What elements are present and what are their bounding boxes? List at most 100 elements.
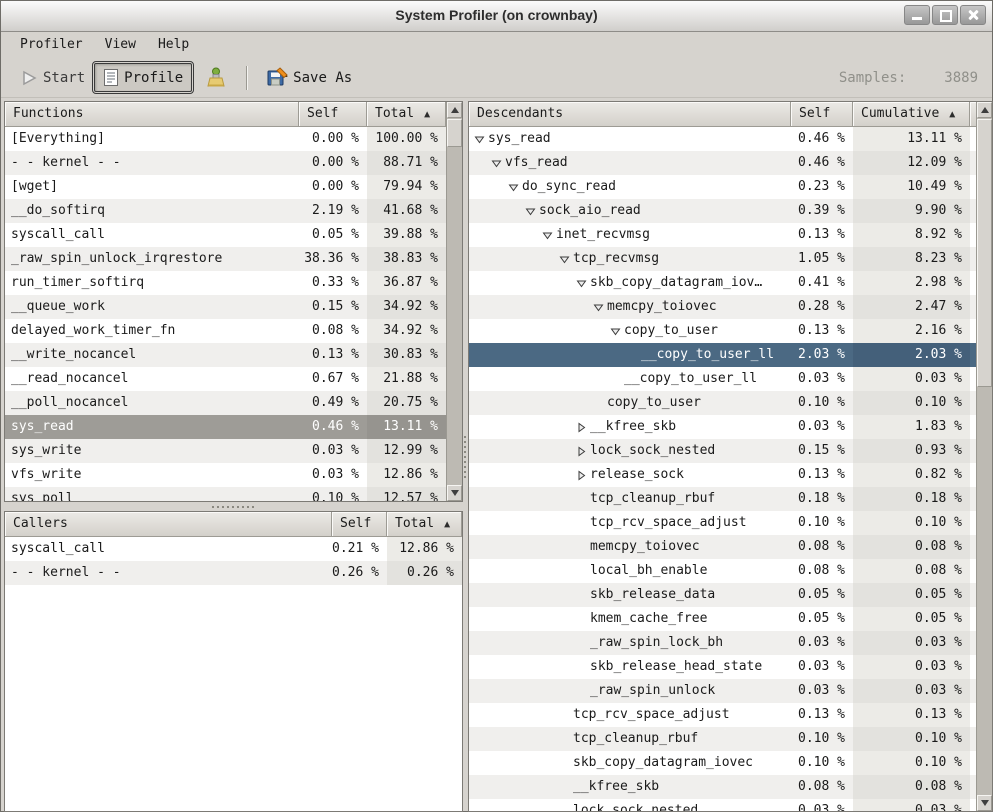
tree-row[interactable]: __kfree_skb0.03 %1.83 % bbox=[469, 415, 992, 439]
tree-row[interactable]: tcp_cleanup_rbuf0.18 %0.18 % bbox=[469, 487, 992, 511]
cell-cumulative-value: 0.08 % bbox=[853, 535, 970, 559]
tree-row[interactable]: sys_read0.46 %13.11 % bbox=[469, 127, 992, 151]
save-as-button[interactable]: Save As bbox=[258, 62, 361, 93]
tree-row[interactable]: lock_sock_nested0.15 %0.93 % bbox=[469, 439, 992, 463]
function-name: do_sync_read bbox=[522, 175, 616, 199]
column-header-cumulative[interactable]: Cumulative▲ bbox=[853, 102, 970, 127]
table-row[interactable]: syscall_call0.21 %12.86 % bbox=[5, 537, 462, 561]
table-row[interactable]: sys_write0.03 %12.99 % bbox=[5, 439, 462, 463]
cell-total-value: 36.87 % bbox=[367, 271, 446, 295]
tree-row[interactable]: lock_sock_nested0.03 %0.03 % bbox=[469, 799, 992, 811]
tree-row[interactable]: skb_release_data0.05 %0.05 % bbox=[469, 583, 992, 607]
toolbar-separator bbox=[246, 66, 248, 90]
tree-indent bbox=[469, 667, 574, 668]
table-row[interactable]: - - kernel - -0.26 %0.26 % bbox=[5, 561, 462, 585]
table-row[interactable]: sys_poll0.10 %12.57 % bbox=[5, 487, 462, 502]
cell-self-value: 0.08 % bbox=[791, 535, 853, 559]
open-expander-icon[interactable] bbox=[540, 230, 554, 241]
table-row[interactable]: __read_nocancel0.67 %21.88 % bbox=[5, 367, 462, 391]
table-row[interactable]: _raw_spin_unlock_irqrestore38.36 %38.83 … bbox=[5, 247, 462, 271]
table-row[interactable]: [wget]0.00 %79.94 % bbox=[5, 175, 462, 199]
scrollbar-thumb[interactable] bbox=[977, 119, 992, 387]
open-expander-icon[interactable] bbox=[591, 302, 605, 313]
column-header-callers[interactable]: Callers bbox=[5, 512, 332, 537]
tree-row[interactable]: do_sync_read0.23 %10.49 % bbox=[469, 175, 992, 199]
open-expander-icon[interactable] bbox=[472, 134, 486, 145]
cell-cumulative-value: 0.18 % bbox=[853, 487, 970, 511]
table-row[interactable]: __poll_nocancel0.49 %20.75 % bbox=[5, 391, 462, 415]
column-header-descendants[interactable]: Descendants bbox=[469, 102, 791, 127]
start-button[interactable]: Start bbox=[11, 64, 94, 92]
table-row[interactable]: syscall_call0.05 %39.88 % bbox=[5, 223, 462, 247]
closed-expander-icon[interactable] bbox=[574, 422, 588, 433]
tree-row[interactable]: tcp_rcv_space_adjust0.10 %0.10 % bbox=[469, 511, 992, 535]
maximize-button[interactable] bbox=[932, 5, 958, 25]
minimize-button[interactable] bbox=[904, 5, 930, 25]
tree-row[interactable]: skb_copy_datagram_iov…0.41 %2.98 % bbox=[469, 271, 992, 295]
open-expander-icon[interactable] bbox=[506, 182, 520, 193]
tree-row[interactable]: tcp_cleanup_rbuf0.10 %0.10 % bbox=[469, 727, 992, 751]
tree-row[interactable]: inet_recvmsg0.13 %8.92 % bbox=[469, 223, 992, 247]
tree-row[interactable]: kmem_cache_free0.05 %0.05 % bbox=[469, 607, 992, 631]
scroll-down-button[interactable] bbox=[977, 795, 992, 811]
cell-cumulative-value: 0.08 % bbox=[853, 775, 970, 799]
scroll-down-button[interactable] bbox=[447, 485, 462, 501]
table-row[interactable]: [Everything]0.00 %100.00 % bbox=[5, 127, 462, 151]
tree-row[interactable]: tcp_rcv_space_adjust0.13 %0.13 % bbox=[469, 703, 992, 727]
closed-expander-icon[interactable] bbox=[574, 470, 588, 481]
table-row[interactable]: __write_nocancel0.13 %30.83 % bbox=[5, 343, 462, 367]
tree-row[interactable]: __kfree_skb0.08 %0.08 % bbox=[469, 775, 992, 799]
cell-self-value: 0.03 % bbox=[299, 439, 367, 463]
column-header-self[interactable]: Self bbox=[332, 512, 387, 537]
tree-row[interactable]: skb_release_head_state0.03 %0.03 % bbox=[469, 655, 992, 679]
scroll-up-button[interactable] bbox=[977, 102, 992, 118]
table-row[interactable]: sys_read0.46 %13.11 % bbox=[5, 415, 462, 439]
profile-toggle-button[interactable]: Profile bbox=[94, 63, 192, 92]
tree-row[interactable]: local_bh_enable0.08 %0.08 % bbox=[469, 559, 992, 583]
tree-row[interactable]: sock_aio_read0.39 %9.90 % bbox=[469, 199, 992, 223]
table-row[interactable]: vfs_write0.03 %12.86 % bbox=[5, 463, 462, 487]
cell-cumulative-value: 0.05 % bbox=[853, 607, 970, 631]
column-header-total[interactable]: Total▲ bbox=[367, 102, 446, 127]
open-expander-icon[interactable] bbox=[557, 254, 571, 265]
open-expander-icon[interactable] bbox=[608, 326, 622, 337]
functions-scrollbar[interactable] bbox=[446, 102, 462, 501]
tree-row[interactable]: _raw_spin_lock_bh0.03 %0.03 % bbox=[469, 631, 992, 655]
tree-row[interactable]: __copy_to_user_ll0.03 %0.03 % bbox=[469, 367, 992, 391]
tree-row[interactable]: skb_copy_datagram_iovec0.10 %0.10 % bbox=[469, 751, 992, 775]
cell-self-value: 0.13 % bbox=[299, 343, 367, 367]
column-header-functions[interactable]: Functions bbox=[5, 102, 299, 127]
descendants-scrollbar[interactable] bbox=[976, 102, 992, 811]
open-expander-icon[interactable] bbox=[489, 158, 503, 169]
open-expander-icon[interactable] bbox=[523, 206, 537, 217]
tree-row[interactable]: copy_to_user0.10 %0.10 % bbox=[469, 391, 992, 415]
tree-row[interactable]: release_sock0.13 %0.82 % bbox=[469, 463, 992, 487]
menu-profiler[interactable]: Profiler bbox=[9, 34, 94, 55]
tree-row[interactable]: copy_to_user0.13 %2.16 % bbox=[469, 319, 992, 343]
tree-row[interactable]: __copy_to_user_ll2.03 %2.03 % bbox=[469, 343, 992, 367]
tree-row[interactable]: memcpy_toiovec0.08 %0.08 % bbox=[469, 535, 992, 559]
tree-indent bbox=[469, 571, 574, 572]
table-row[interactable]: - - kernel - -0.00 %88.71 % bbox=[5, 151, 462, 175]
scroll-up-button[interactable] bbox=[447, 102, 462, 118]
table-row[interactable]: __do_softirq2.19 %41.68 % bbox=[5, 199, 462, 223]
column-header-self[interactable]: Self bbox=[299, 102, 367, 127]
table-row[interactable]: __queue_work0.15 %34.92 % bbox=[5, 295, 462, 319]
column-header-total[interactable]: Total▲ bbox=[387, 512, 462, 537]
table-row[interactable]: delayed_work_timer_fn0.08 %34.92 % bbox=[5, 319, 462, 343]
menu-help[interactable]: Help bbox=[147, 34, 200, 55]
tree-row[interactable]: _raw_spin_unlock0.03 %0.03 % bbox=[469, 679, 992, 703]
table-row[interactable]: run_timer_softirq0.33 %36.87 % bbox=[5, 271, 462, 295]
scrollbar-thumb[interactable] bbox=[447, 119, 462, 147]
cell-total-value: 38.83 % bbox=[367, 247, 446, 271]
column-header-self[interactable]: Self bbox=[791, 102, 853, 127]
tree-row[interactable]: tcp_recvmsg1.05 %8.23 % bbox=[469, 247, 992, 271]
close-button[interactable] bbox=[960, 5, 986, 25]
closed-expander-icon[interactable] bbox=[574, 446, 588, 457]
tree-row[interactable]: vfs_read0.46 %12.09 % bbox=[469, 151, 992, 175]
menu-view[interactable]: View bbox=[94, 34, 147, 55]
open-expander-icon[interactable] bbox=[574, 278, 588, 289]
tree-row[interactable]: memcpy_toiovec0.28 %2.47 % bbox=[469, 295, 992, 319]
horizontal-splitter[interactable] bbox=[4, 502, 462, 511]
reset-button[interactable] bbox=[196, 62, 236, 94]
